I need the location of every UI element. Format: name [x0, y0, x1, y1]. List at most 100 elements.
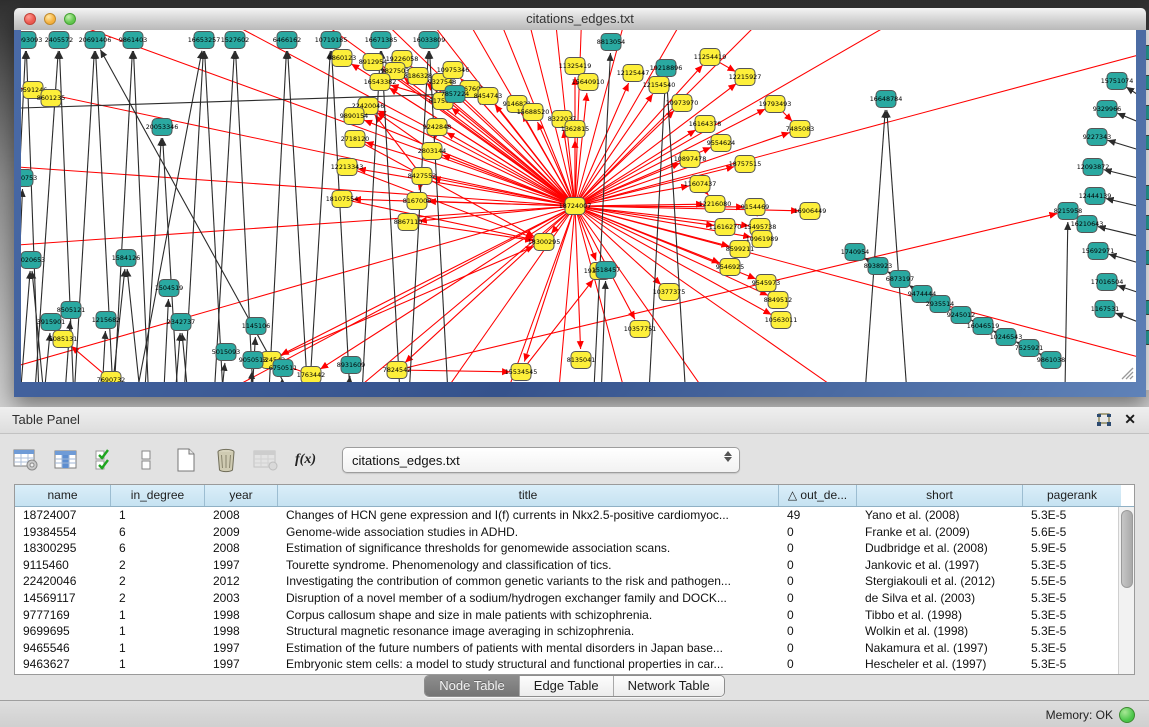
merge-rows-icon[interactable] [132, 447, 159, 473]
graph-node[interactable]: 7525921 [1015, 340, 1043, 357]
vertical-scrollbar[interactable] [1118, 507, 1134, 674]
column-header-year[interactable]: year [205, 485, 278, 506]
graph-node[interactable]: 8167008 [403, 193, 431, 210]
table-settings-icon[interactable] [12, 447, 39, 473]
graph-node[interactable]: 2718120 [341, 131, 369, 148]
column-header-short[interactable]: short [857, 485, 1023, 506]
graph-node[interactable]: 3915901 [37, 314, 65, 331]
select-columns-icon[interactable] [92, 447, 119, 473]
graph-node[interactable]: 9227343 [1083, 129, 1111, 146]
graph-node[interactable]: 12154540 [643, 77, 676, 94]
graph-node[interactable]: 11325419 [559, 58, 592, 75]
column-header-title[interactable]: title [278, 485, 779, 506]
new-table-icon[interactable] [172, 447, 199, 473]
table-row[interactable]: 946554611997Estimation of the future num… [15, 640, 1134, 657]
graph-node[interactable]: 7857224 [441, 86, 469, 103]
graph-node[interactable]: 15534545 [505, 364, 538, 381]
graph-node[interactable]: 12444139 [1079, 188, 1112, 205]
graph-node[interactable]: 1740954 [841, 244, 869, 261]
graph-node[interactable]: 8454743 [474, 88, 502, 105]
table-row[interactable]: 1872400712008Changes of HCN gene express… [15, 507, 1134, 524]
network-graph[interactable]: 1872400718300295193845548860123891295419… [21, 30, 1136, 382]
graph-node[interactable]: 15751074 [1101, 73, 1134, 90]
graph-node[interactable]: 10357751 [624, 321, 657, 338]
tab-edge-table[interactable]: Edge Table [520, 676, 614, 696]
graph-node[interactable]: 5015093 [212, 344, 240, 361]
graph-node[interactable]: 12093872 [1077, 159, 1110, 176]
graph-node[interactable]: 2935514 [926, 296, 954, 313]
memory-status-indicator[interactable] [1119, 707, 1135, 723]
graph-node[interactable]: 1504519 [155, 280, 183, 297]
node-table[interactable]: namein_degreeyeartitle△ out_de...shortpa… [14, 484, 1135, 675]
graph-node[interactable]: 16648784 [870, 91, 903, 108]
graph-node[interactable]: 17016504 [1091, 274, 1124, 291]
graph-node[interactable]: 15640910 [572, 74, 605, 91]
graph-node[interactable]: 7690732 [97, 372, 125, 383]
graph-node[interactable]: 9890154 [340, 108, 368, 125]
graph-node[interactable]: 2405572 [45, 32, 73, 49]
column-header-in_degree[interactable]: in_degree [111, 485, 205, 506]
graph-node[interactable]: 8860123 [328, 50, 356, 67]
graph-node[interactable]: 9554624 [707, 135, 735, 152]
graph-node[interactable]: 2020653 [21, 252, 45, 269]
graph-node[interactable]: 10719185 [315, 32, 348, 49]
graph-node[interactable]: 8135041 [567, 352, 595, 369]
graph-node[interactable]: 16653257 [188, 32, 221, 49]
graph-node[interactable]: 8813054 [597, 34, 625, 51]
table-row[interactable]: 911546021997Tourette syndrome. Phenomeno… [15, 557, 1134, 574]
graph-node[interactable]: 9245012 [947, 307, 975, 324]
graph-node[interactable]: 12216080 [699, 196, 732, 213]
graph-node[interactable]: 18107554 [326, 191, 359, 208]
table-row[interactable]: 1938455462009Genome-wide association stu… [15, 524, 1134, 541]
graph-node[interactable]: 16164378 [689, 116, 722, 133]
table-row[interactable]: 969969511998Structural magnetic resonanc… [15, 623, 1134, 640]
graph-node[interactable]: 16906449 [794, 203, 827, 220]
graph-node[interactable]: 8427552 [408, 168, 436, 185]
table-row[interactable]: 1456911722003Disruption of a novel membe… [15, 590, 1134, 607]
column-header-name[interactable]: name [15, 485, 111, 506]
graph-node[interactable]: 10973970 [666, 95, 699, 112]
graph-node[interactable]: 1518457 [592, 262, 620, 279]
graph-node[interactable]: 2803144 [418, 143, 446, 160]
graph-node[interactable]: 1362815 [561, 121, 589, 138]
table-row[interactable]: 977716911998Corpus callosum shape and si… [15, 607, 1134, 624]
tab-network-table[interactable]: Network Table [614, 676, 724, 696]
graph-node[interactable]: 1215682 [92, 312, 120, 329]
graph-node[interactable]: 1310753 [21, 170, 37, 187]
table-row[interactable]: 1830029562008Estimation of significance … [15, 540, 1134, 557]
graph-node[interactable]: 8601235 [37, 90, 65, 107]
show-column-icon[interactable] [52, 447, 79, 473]
graph-node[interactable]: 16093093 [21, 32, 42, 49]
table-row[interactable]: 946362711997Embryonic stem cells: a mode… [15, 656, 1134, 673]
graph-node[interactable]: 12125447 [617, 65, 650, 82]
function-builder-icon[interactable]: f(x) [292, 447, 319, 473]
window-titlebar[interactable]: citations_edges.txt [14, 8, 1146, 31]
graph-node[interactable]: 1584126 [112, 250, 140, 267]
graph-node[interactable]: 15692971 [1082, 243, 1115, 260]
graph-node[interactable]: 16671385 [365, 32, 398, 49]
column-header-pagerank[interactable]: pagerank [1023, 485, 1121, 506]
graph-node[interactable]: 5085131 [49, 331, 77, 348]
float-window-icon[interactable] [1096, 413, 1111, 427]
graph-node[interactable]: 1763442 [297, 367, 325, 383]
table-row[interactable]: 2242004622012Investigating the contribut… [15, 573, 1134, 590]
graph-node[interactable]: 20691406 [79, 32, 112, 49]
graph-node[interactable]: 9050513 [239, 352, 267, 369]
column-header-out_de[interactable]: △ out_de... [779, 485, 857, 506]
graph-node[interactable]: 9861038 [1037, 352, 1065, 369]
graph-node[interactable]: 9329966 [1093, 101, 1121, 118]
graph-node[interactable]: 8938923 [864, 258, 892, 275]
graph-node[interactable]: 7485083 [786, 121, 814, 138]
graph-node[interactable]: 9861403 [119, 32, 147, 49]
graph-node[interactable]: 18757515 [729, 156, 762, 173]
graph-node[interactable]: 2342737 [167, 314, 195, 331]
graph-node[interactable]: 1145106 [242, 318, 270, 335]
graph-node[interactable]: 8931609 [337, 357, 365, 374]
table-selector-dropdown[interactable]: citations_edges.txt [342, 447, 740, 473]
graph-node[interactable]: 19218896 [650, 60, 683, 77]
close-panel-icon[interactable]: ✕ [1124, 411, 1136, 428]
graph-node[interactable]: 6873197 [886, 271, 914, 288]
graph-node[interactable]: 8867110 [394, 214, 422, 231]
graph-node[interactable]: 12213343 [331, 159, 364, 176]
graph-node[interactable]: 1527602 [221, 32, 249, 49]
